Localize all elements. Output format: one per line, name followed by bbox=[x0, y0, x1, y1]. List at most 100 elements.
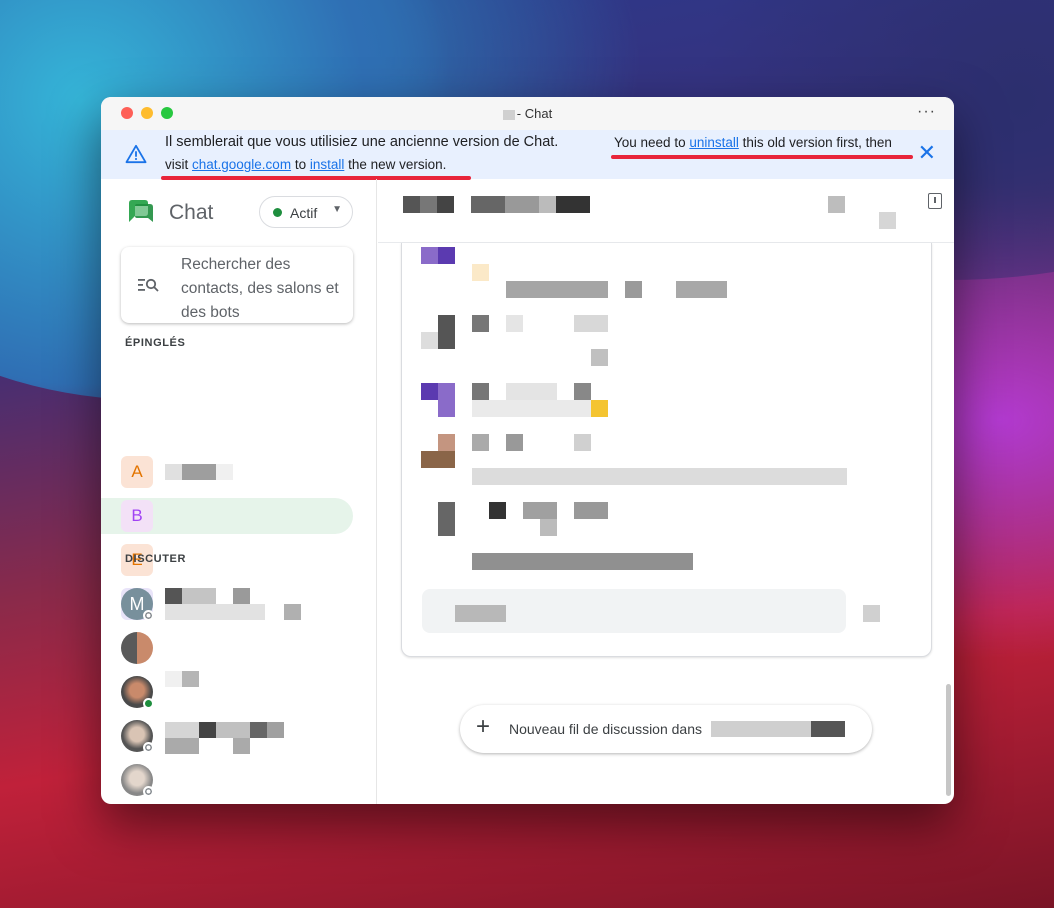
search-box[interactable]: Rechercher des contacts, des salons et d… bbox=[121, 247, 353, 323]
chevron-down-icon: ▼ bbox=[332, 204, 342, 215]
dm-item[interactable] bbox=[121, 632, 153, 664]
reply-box[interactable] bbox=[422, 589, 846, 633]
search-icon bbox=[138, 278, 159, 292]
redacted-block bbox=[505, 196, 539, 213]
redacted-block bbox=[438, 315, 455, 349]
redacted-block bbox=[165, 588, 182, 604]
redacted-block bbox=[574, 434, 591, 451]
banner-text-line2: visit chat.google.com to install the new… bbox=[165, 157, 447, 172]
title-bar: - Chat ··· bbox=[101, 97, 954, 130]
plus-icon: + bbox=[476, 713, 491, 740]
redacted-block bbox=[284, 604, 301, 620]
dm-item[interactable] bbox=[121, 676, 154, 709]
redacted-block bbox=[540, 519, 557, 536]
thread-panel-icon[interactable] bbox=[928, 193, 942, 209]
redacted-block bbox=[472, 383, 489, 400]
main-pane: + Nouveau fil de discussion dans bbox=[378, 179, 954, 804]
more-menu-icon[interactable]: ··· bbox=[917, 103, 936, 121]
install-link[interactable]: install bbox=[310, 157, 345, 172]
app-name: Chat bbox=[169, 201, 214, 224]
old-version-banner: Il semblerait que vous utilisiez une anc… bbox=[101, 130, 954, 180]
redacted-block bbox=[502, 109, 515, 120]
redacted-block bbox=[591, 349, 608, 366]
chat-header: DISCUTER bbox=[125, 553, 187, 565]
redacted-block bbox=[403, 196, 420, 213]
redacted-block bbox=[506, 315, 523, 332]
redacted-block bbox=[471, 196, 505, 213]
chat-site-link[interactable]: chat.google.com bbox=[192, 157, 291, 172]
away-status-icon bbox=[143, 786, 154, 797]
banner-text-en: You need to uninstall this old version f… bbox=[614, 135, 892, 150]
close-banner-icon[interactable]: ✕ bbox=[918, 142, 936, 164]
redacted-block bbox=[421, 332, 438, 349]
redacted-block bbox=[421, 247, 438, 264]
redacted-block bbox=[199, 722, 216, 738]
redacted-block bbox=[472, 264, 489, 281]
redacted-block bbox=[438, 247, 455, 264]
sidebar: Chat Actif ▼ Rechercher des contacts, de… bbox=[101, 179, 377, 804]
message-thread bbox=[401, 243, 932, 657]
redacted-block bbox=[472, 468, 847, 485]
banner-text-fr: Il semblerait que vous utilisiez une anc… bbox=[165, 134, 559, 150]
new-thread-button[interactable]: + Nouveau fil de discussion dans bbox=[460, 705, 872, 753]
redacted-block bbox=[182, 588, 216, 604]
dm-item[interactable] bbox=[121, 764, 154, 797]
redacted-block bbox=[574, 315, 608, 332]
uninstall-link[interactable]: uninstall bbox=[689, 135, 739, 150]
dm-item[interactable]: M bbox=[121, 588, 154, 621]
redacted-block bbox=[233, 588, 250, 604]
redacted-block bbox=[233, 738, 250, 754]
redacted-block bbox=[421, 383, 438, 400]
redacted-block bbox=[828, 196, 845, 213]
scrollbar[interactable] bbox=[946, 684, 951, 796]
room-avatar: A bbox=[121, 456, 153, 488]
redacted-block bbox=[216, 464, 233, 480]
dm-item[interactable] bbox=[121, 720, 154, 753]
conversation-header bbox=[378, 179, 954, 243]
redacted-block bbox=[472, 315, 489, 332]
redacted-block bbox=[523, 502, 557, 519]
redacted-block bbox=[811, 721, 845, 737]
room-avatar: B bbox=[121, 500, 153, 532]
redacted-block bbox=[879, 212, 896, 229]
redacted-block bbox=[438, 502, 455, 536]
avatar bbox=[121, 632, 153, 664]
redacted-block bbox=[506, 434, 523, 451]
new-thread-label: Nouveau fil de discussion dans bbox=[509, 721, 703, 737]
online-status-icon bbox=[143, 698, 154, 709]
pinned-room-b[interactable]: B bbox=[101, 498, 353, 534]
redacted-block bbox=[182, 464, 216, 480]
status-label: Actif bbox=[290, 205, 318, 221]
chat-window: - Chat ··· Il semblerait que vous utilis… bbox=[101, 97, 954, 804]
pinned-header: ÉPINGLÉS bbox=[125, 337, 186, 349]
redacted-block bbox=[489, 502, 506, 519]
redacted-block bbox=[420, 196, 437, 213]
redacted-block bbox=[267, 722, 284, 738]
highlight-underline bbox=[611, 155, 913, 159]
redacted-block bbox=[863, 605, 880, 622]
redacted-block bbox=[625, 281, 642, 298]
search-placeholder: Rechercher des contacts, des salons et d… bbox=[181, 256, 339, 321]
online-status-icon bbox=[273, 208, 282, 217]
warning-icon bbox=[125, 144, 147, 164]
redacted-block bbox=[165, 722, 199, 738]
redacted-block bbox=[556, 196, 590, 213]
away-status-icon bbox=[143, 610, 154, 621]
redacted-block bbox=[165, 464, 182, 480]
redacted-block bbox=[438, 383, 455, 417]
redacted-block bbox=[216, 722, 250, 738]
redacted-block bbox=[539, 196, 556, 213]
redacted-block bbox=[574, 502, 608, 519]
status-button[interactable]: Actif ▼ bbox=[259, 196, 353, 228]
redacted-block bbox=[421, 451, 455, 468]
redacted-block bbox=[165, 604, 265, 620]
pinned-room-a[interactable]: A bbox=[101, 454, 353, 490]
redacted-block bbox=[437, 196, 454, 213]
redacted-block bbox=[438, 434, 455, 451]
redacted-block bbox=[574, 383, 591, 400]
away-status-icon bbox=[143, 742, 154, 753]
redacted-block bbox=[182, 671, 199, 687]
chat-logo-icon bbox=[129, 200, 153, 222]
redacted-block bbox=[676, 281, 727, 298]
redacted-block bbox=[455, 605, 506, 622]
